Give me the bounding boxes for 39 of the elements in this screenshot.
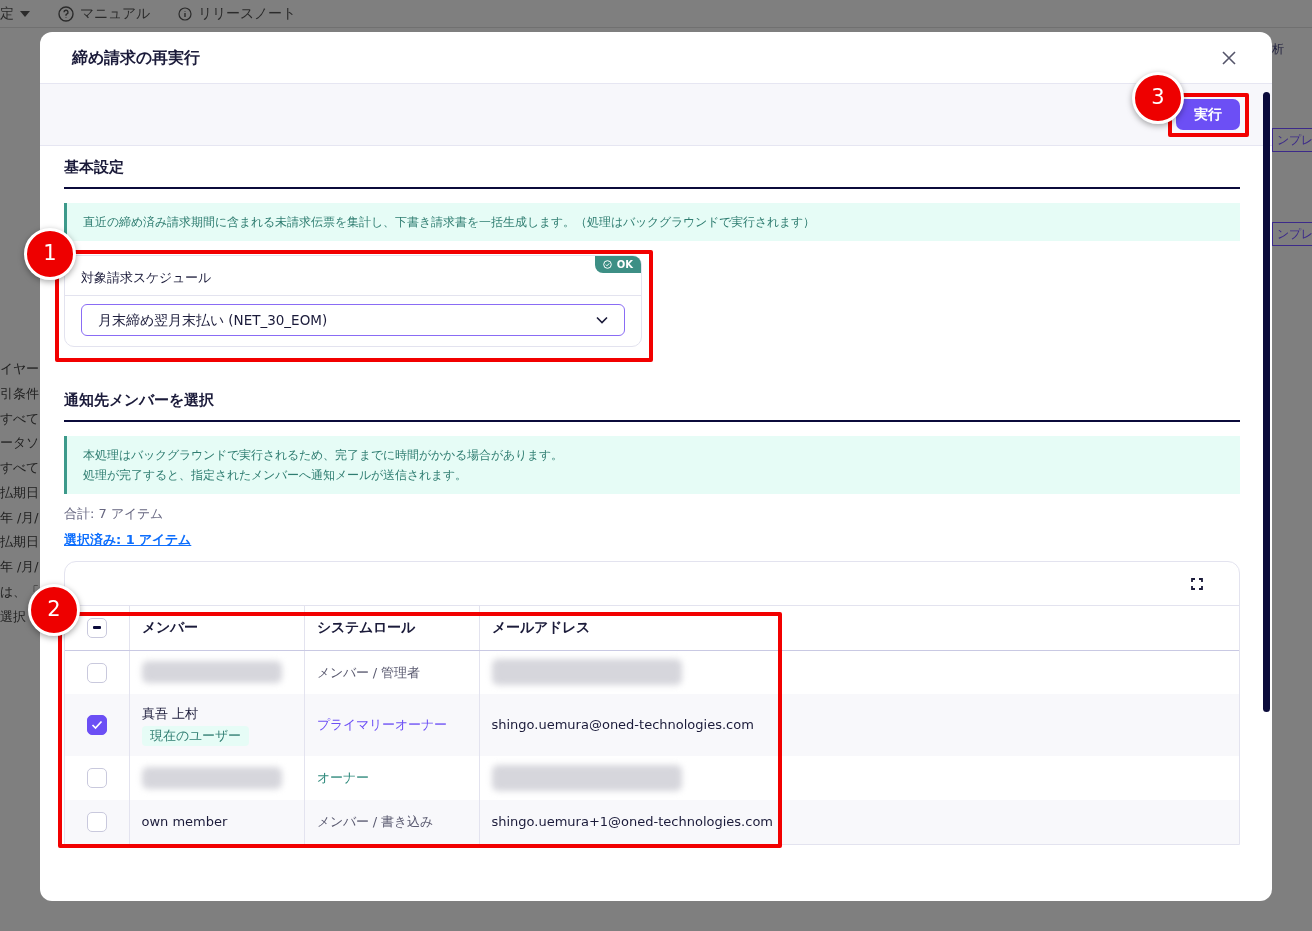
background-text: 年 /月/ <box>0 508 40 527</box>
total-count: 合計: 7 アイテム <box>64 505 164 524</box>
schedule-select[interactable]: 月末締め翌月末払い (NET_30_EOM) <box>81 304 625 337</box>
current-user-tag: 現在のユーザー <box>141 725 249 747</box>
dialog-title: 締め請求の再実行 <box>72 46 200 69</box>
background-text: 払期日 <box>0 483 40 502</box>
email-text: shingo.uemura+1@oned-technologies.com <box>491 814 773 830</box>
notice-line: 処理が完了すると、指定されたメンバーへ通知メールが送信されます。 <box>83 467 468 484</box>
background-text: 年 /月/ <box>0 558 40 576</box>
member-name: own member <box>141 813 229 832</box>
background-text: 選択 <box>0 607 27 626</box>
background-text: ータソ <box>0 434 40 453</box>
menu-link[interactable]: マニュアル <box>80 3 150 24</box>
selected-count-link[interactable]: 選択済み: 1 アイテム <box>64 529 192 550</box>
role-text: メンバー / 管理者 <box>316 664 421 680</box>
ok-badge: OK <box>594 255 641 273</box>
background-text: は、「 <box>0 582 40 601</box>
column-header: システムロール <box>304 606 479 651</box>
role-text: オーナー <box>316 770 369 786</box>
background-text: すべて <box>0 409 40 428</box>
menu-link[interactable]: 定 <box>0 3 14 24</box>
background-text: 引条件 <box>0 384 40 403</box>
member-name: 真吾 上村 <box>141 705 199 723</box>
section-heading: 基本設定 <box>64 154 1240 189</box>
background-text: 払期日 <box>0 533 40 552</box>
email-text: shingo.uemura@oned-technologies.com <box>491 717 754 733</box>
role-text: メンバー / 書き込み <box>316 814 434 830</box>
background-text: すべて <box>0 459 40 477</box>
role-text: プライマリーオーナー <box>316 717 447 733</box>
background-text: イヤー <box>0 360 40 378</box>
column-header: メンバー <box>129 606 304 651</box>
menu-link[interactable]: リリースノート <box>198 3 296 24</box>
section-heading: 通知先メンバーを選択 <box>64 387 1240 422</box>
column-header: メールアドレス <box>479 606 1239 651</box>
annotation-number: 1 <box>24 228 76 280</box>
field-label: 対象請求スケジュール <box>81 269 211 285</box>
info-notice: 直近の締め済み請求期間に含まれる未請求伝票を集計し、下書き請求書を一括生成します。（処理はバックグラウンドで実行されます） <box>64 202 1240 241</box>
notice-line: 本処理はバックグラウンドで実行されるため、完了までに時間がかかる場合があります。 <box>83 446 564 464</box>
background-text: 析 <box>1272 41 1285 58</box>
